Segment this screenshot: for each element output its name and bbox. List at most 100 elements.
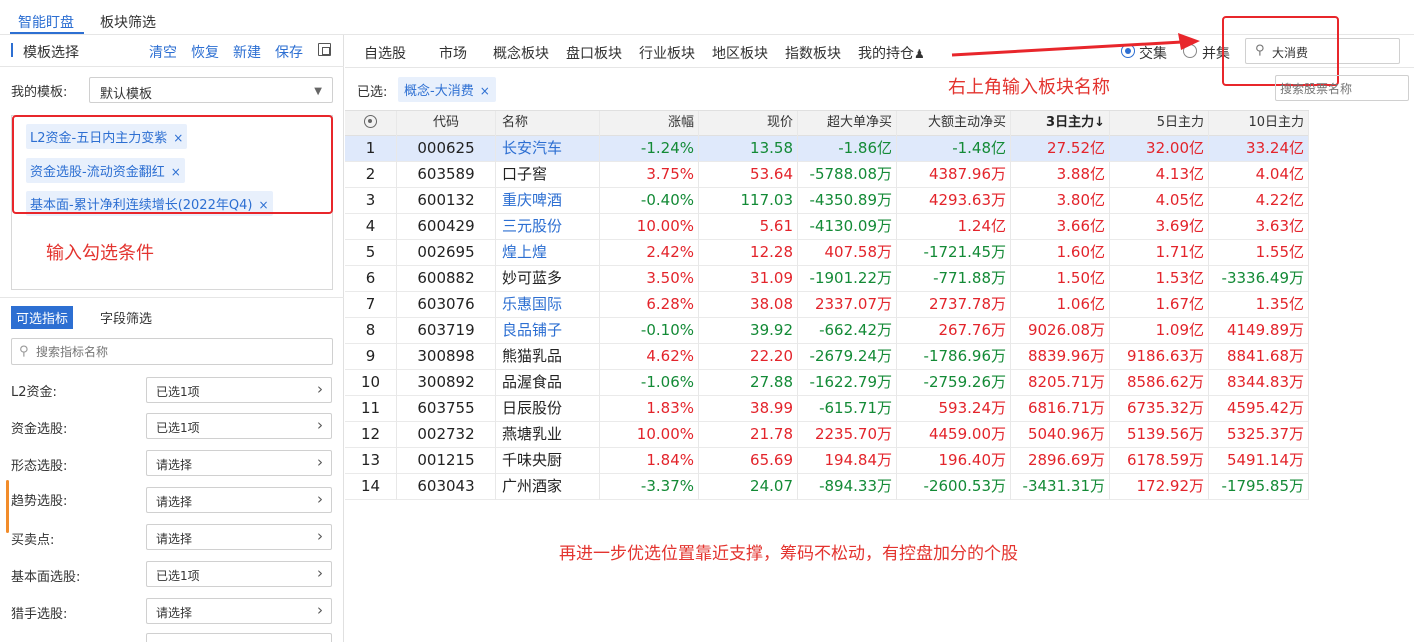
price: 31.09 <box>699 266 798 292</box>
header-change[interactable]: 涨幅 <box>600 111 699 137</box>
table-row[interactable]: 10 300892 品渥食品 -1.06% 27.88 -1622.79万 -2759.26… <box>345 370 1309 396</box>
scroll-indicator[interactable] <box>6 480 9 533</box>
header-code[interactable]: 代码 <box>397 111 496 137</box>
stock-name[interactable]: 熊猫乳品 <box>496 344 600 370</box>
super-large-net: -2679.24万 <box>798 344 897 370</box>
indicator-select-fundamental[interactable]: 已选1项 › <box>146 561 332 587</box>
tab-sector-filter[interactable]: 板块筛选 <box>100 12 156 32</box>
stock-code: 603043 <box>397 474 496 500</box>
annotation-further-selection: 再进一步优选位置靠近支撑，筹码不松动，有控盘加分的个股 <box>559 544 1018 564</box>
stock-search[interactable] <box>1275 75 1409 101</box>
indicator-select-hunter[interactable]: 请选择 › <box>146 598 332 624</box>
indicator-select-fund[interactable]: 已选1项 › <box>146 413 332 439</box>
main-3day: 5040.96万 <box>1011 422 1110 448</box>
tab-field-filter[interactable]: 字段筛选 <box>95 306 157 329</box>
indicator-select-partial[interactable] <box>146 633 332 642</box>
stock-name[interactable]: 口子窖 <box>496 162 600 188</box>
stock-name[interactable]: 重庆啤酒 <box>496 188 600 214</box>
header-3day-main[interactable]: 3日主力↓ <box>1011 111 1110 137</box>
main-10day: 1.55亿 <box>1209 240 1309 266</box>
stock-name[interactable]: 品渥食品 <box>496 370 600 396</box>
header-super-large-net[interactable]: 超大单净买 <box>798 111 897 137</box>
indicator-label-buysell: 买卖点: <box>11 533 55 548</box>
table-row[interactable]: 9 300898 熊猫乳品 4.62% 22.20 -2679.24万 -1786.96万 8… <box>345 344 1309 370</box>
change-pct: 2.42% <box>600 240 699 266</box>
header-large-active-net[interactable]: 大额主动净买 <box>897 111 1011 137</box>
row-index: 10 <box>345 370 397 396</box>
nav-region-sector[interactable]: 地区板块 <box>712 43 768 63</box>
copy-icon[interactable] <box>318 43 331 56</box>
table-row[interactable]: 4 600429 三元股份 10.00% 5.61 -4130.09万 1.24亿 3.66亿… <box>345 214 1309 240</box>
nav-index-sector[interactable]: 指数板块 <box>785 43 841 63</box>
save-button[interactable]: 保存 <box>275 42 303 62</box>
header-price[interactable]: 现价 <box>699 111 798 137</box>
tab-available-indicators[interactable]: 可选指标 <box>11 306 74 329</box>
stock-name[interactable]: 乐惠国际 <box>496 292 600 318</box>
tab-smart-monitor[interactable]: 智能盯盘 <box>18 12 74 32</box>
main-3day: 3.88亿 <box>1011 162 1110 188</box>
header-10day-main[interactable]: 10日主力 <box>1209 111 1309 137</box>
stock-code: 300898 <box>397 344 496 370</box>
table-row[interactable]: 13 001215 千味央厨 1.84% 65.69 194.84万 196.40万 2896… <box>345 448 1309 474</box>
main-10day: 33.24亿 <box>1209 136 1309 162</box>
nav-industry-sector[interactable]: 行业板块 <box>639 43 695 63</box>
table-row[interactable]: 5 002695 煌上煌 2.42% 12.28 407.58万 -1721.45万 1.60… <box>345 240 1309 266</box>
my-template-select[interactable]: 默认模板 ▼ <box>89 77 333 103</box>
header-5day-main[interactable]: 5日主力 <box>1110 111 1209 137</box>
header-name[interactable]: 名称 <box>496 111 600 137</box>
indicator-select-trend[interactable]: 请选择 › <box>146 487 332 513</box>
indicator-label-trend: 趋势选股: <box>11 494 68 509</box>
change-pct: -1.24% <box>600 136 699 162</box>
row-index: 11 <box>345 396 397 422</box>
stock-name[interactable]: 煌上煌 <box>496 240 600 266</box>
price: 53.64 <box>699 162 798 188</box>
table-row[interactable]: 6 600882 妙可蓝多 3.50% 31.09 -1901.22万 -771.88万 1.… <box>345 266 1309 292</box>
super-large-net: -615.71万 <box>798 396 897 422</box>
large-active-net: -2759.26万 <box>897 370 1011 396</box>
nav-concept-sector[interactable]: 概念板块 <box>493 43 549 63</box>
stock-name[interactable]: 燕塘乳业 <box>496 422 600 448</box>
main-3day: 1.06亿 <box>1011 292 1110 318</box>
restore-button[interactable]: 恢复 <box>191 42 219 62</box>
clear-button[interactable]: 清空 <box>149 42 177 62</box>
table-row[interactable]: 11 603755 日辰股份 1.83% 38.99 -615.71万 593.24万 681… <box>345 396 1309 422</box>
nav-watchlist[interactable]: 自选股 <box>364 43 406 63</box>
stock-name[interactable]: 长安汽车 <box>496 136 600 162</box>
table-row[interactable]: 12 002732 燕塘乳业 10.00% 21.78 2235.70万 4459.00万 5… <box>345 422 1309 448</box>
close-icon[interactable]: × <box>480 84 490 98</box>
price: 13.58 <box>699 136 798 162</box>
selected-label: 已选: <box>357 85 388 100</box>
stock-name[interactable]: 广州酒家 <box>496 474 600 500</box>
stock-name[interactable]: 日辰股份 <box>496 396 600 422</box>
table-row[interactable]: 14 603043 广州酒家 -3.37% 24.07 -894.33万 -2600.53万… <box>345 474 1309 500</box>
table-row[interactable]: 1 000625 长安汽车 -1.24% 13.58 -1.86亿 -1.48亿 27.52亿… <box>345 136 1309 162</box>
nav-orderbook-sector[interactable]: 盘口板块 <box>566 43 622 63</box>
table-row[interactable]: 8 603719 良品铺子 -0.10% 39.92 -662.42万 267.76万 902… <box>345 318 1309 344</box>
column-settings[interactable] <box>345 111 397 137</box>
stock-name[interactable]: 良品铺子 <box>496 318 600 344</box>
indicator-search-input[interactable] <box>36 343 326 361</box>
change-pct: 1.84% <box>600 448 699 474</box>
table-row[interactable]: 3 600132 重庆啤酒 -0.40% 117.03 -4350.89万 4293.63万… <box>345 188 1309 214</box>
stock-name[interactable]: 妙可蓝多 <box>496 266 600 292</box>
chevron-right-icon: › <box>317 564 323 582</box>
chevron-right-icon: › <box>317 380 323 398</box>
indicator-select-buysell[interactable]: 请选择 › <box>146 524 332 550</box>
stock-search-input[interactable] <box>1280 80 1404 98</box>
main-10day: -3336.49万 <box>1209 266 1309 292</box>
table-row[interactable]: 2 603589 口子窖 3.75% 53.64 -5788.08万 4387.96万 3.8… <box>345 162 1309 188</box>
super-large-net: 194.84万 <box>798 448 897 474</box>
table-row[interactable]: 7 603076 乐惠国际 6.28% 38.08 2337.07万 2737.78万 1.0… <box>345 292 1309 318</box>
indicator-select-l2[interactable]: 已选1项 › <box>146 377 332 403</box>
indicator-select-pattern[interactable]: 请选择 › <box>146 450 332 476</box>
template-title: 模板选择 <box>23 45 79 61</box>
main-3day: -3431.31万 <box>1011 474 1110 500</box>
main-5day: 6735.32万 <box>1110 396 1209 422</box>
main-3day: 3.80亿 <box>1011 188 1110 214</box>
indicator-search[interactable]: ⚲ <box>11 338 333 365</box>
new-button[interactable]: 新建 <box>233 42 261 62</box>
nav-my-holdings[interactable]: 我的持仓♟ <box>858 43 925 63</box>
stock-name[interactable]: 千味央厨 <box>496 448 600 474</box>
stock-name[interactable]: 三元股份 <box>496 214 600 240</box>
nav-market[interactable]: 市场 <box>439 43 467 63</box>
